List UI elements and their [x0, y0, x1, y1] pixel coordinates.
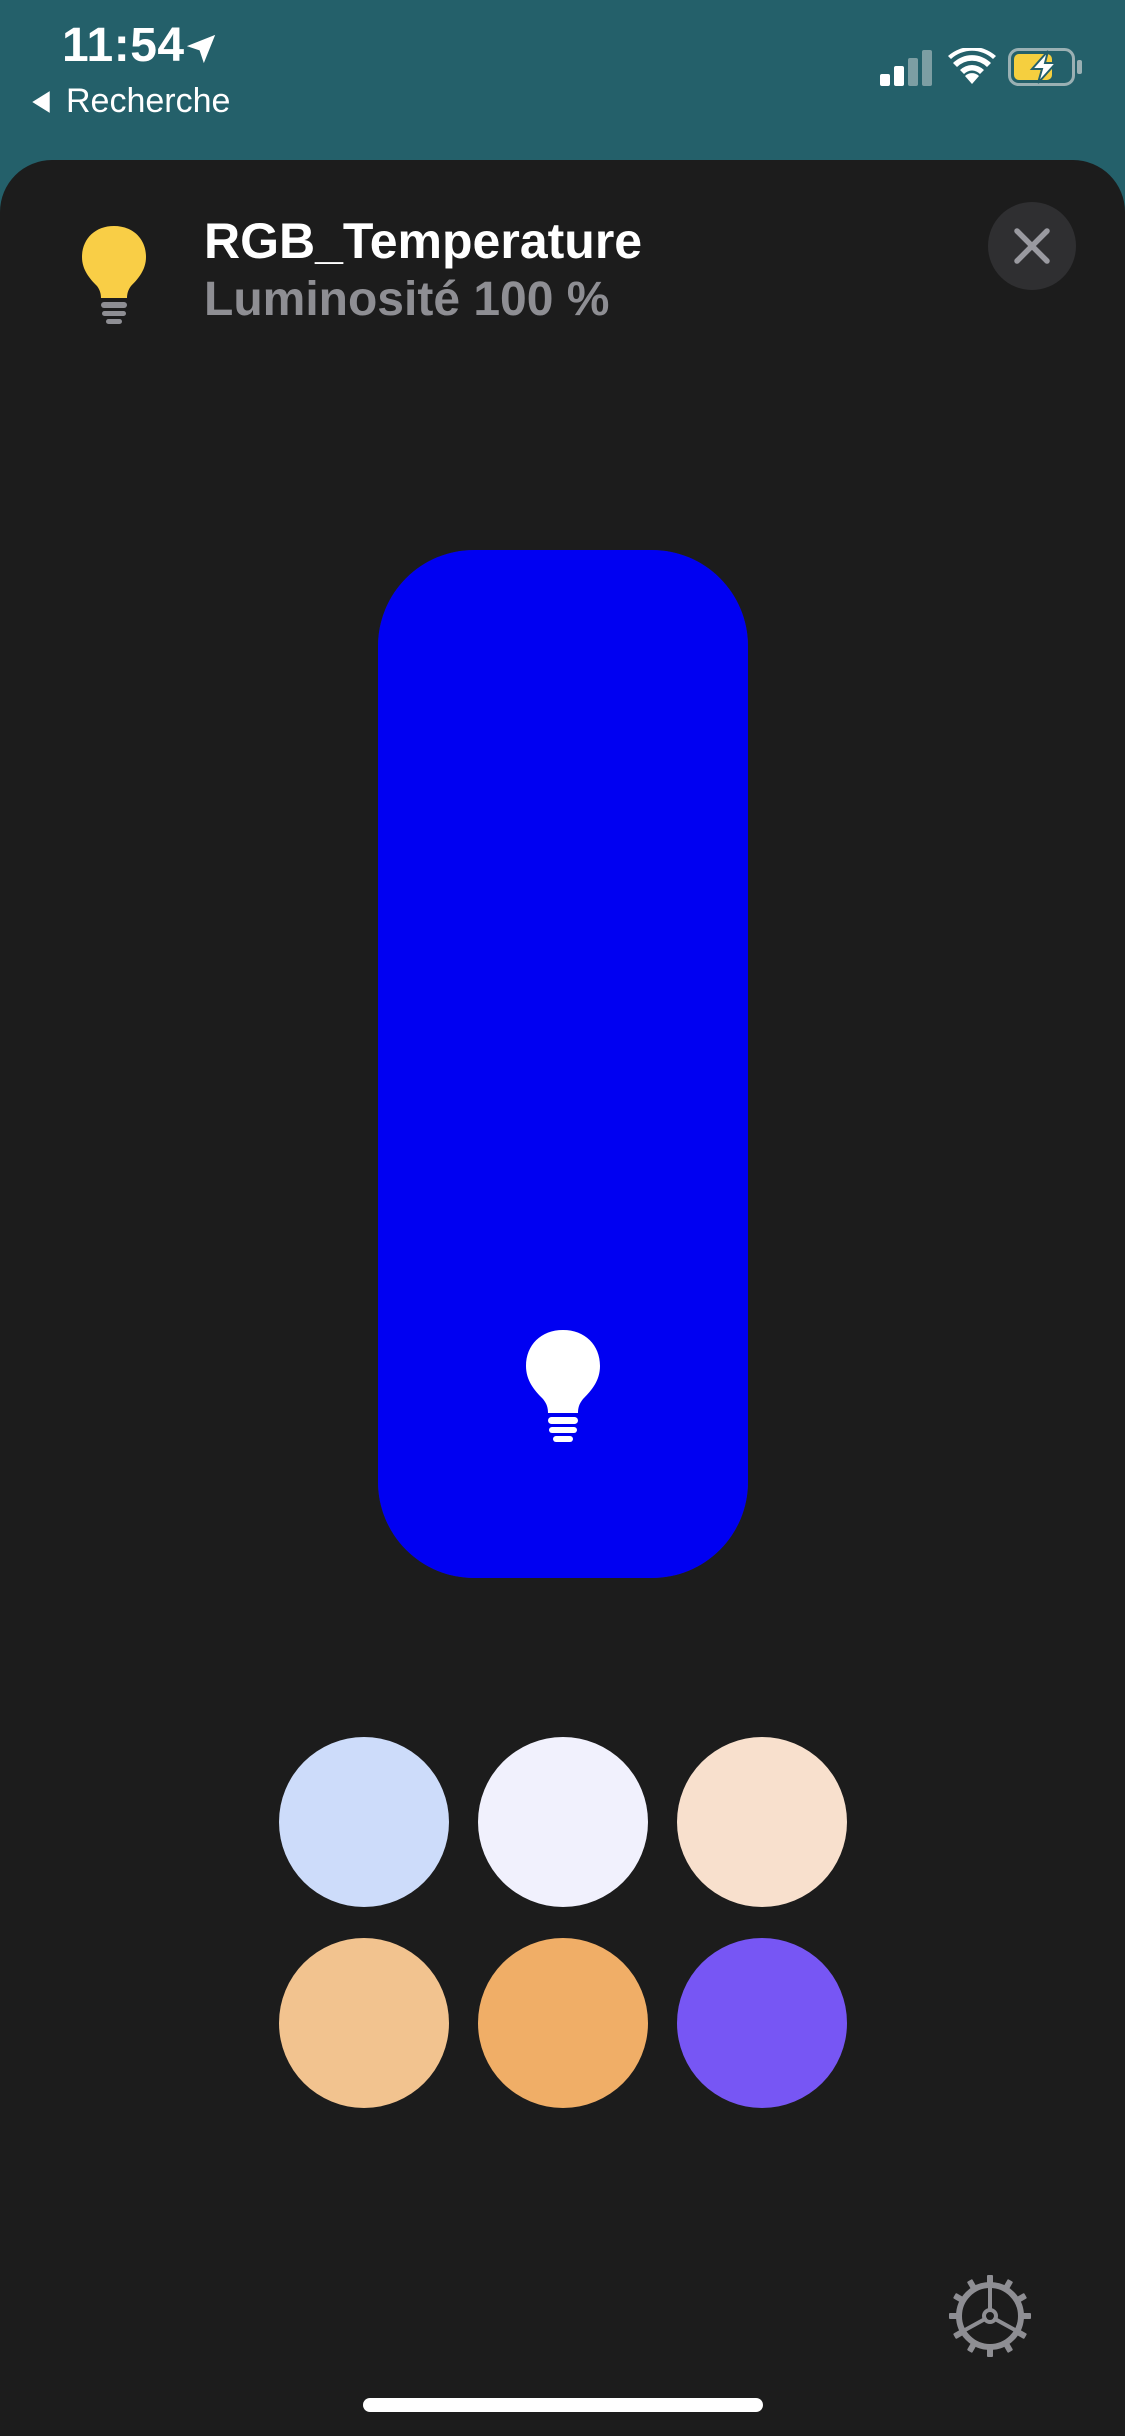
close-button[interactable] [988, 202, 1076, 290]
location-arrow-icon [186, 34, 216, 64]
color-preset-5[interactable] [478, 1938, 648, 2108]
color-presets [279, 1737, 847, 2108]
status-bar: 11:54 Recherche [0, 0, 1125, 160]
color-preset-6[interactable] [677, 1938, 847, 2108]
home-app-screen: 11:54 Recherche RGB_Temperature Luminosi… [0, 0, 1125, 2436]
accessory-name: RGB_Temperature [204, 213, 643, 269]
color-preset-2[interactable] [478, 1737, 648, 1907]
accessory-detail-sheet: RGB_Temperature Luminosité 100 % [0, 160, 1125, 2436]
back-label: Recherche [66, 82, 231, 120]
home-indicator[interactable] [363, 2398, 763, 2412]
lightbulb-icon [526, 1330, 600, 1442]
back-to-search-link[interactable]: Recherche [30, 82, 230, 121]
cellular-signal-icon [880, 50, 932, 86]
battery-charging-icon [1008, 48, 1082, 86]
color-preset-3[interactable] [677, 1737, 847, 1907]
wifi-icon [948, 48, 996, 84]
back-triangle-icon [32, 90, 50, 113]
brightness-status: Luminosité 100 % [204, 273, 610, 326]
color-preset-4[interactable] [279, 1938, 449, 2108]
gear-icon[interactable] [948, 2274, 1032, 2358]
brightness-slider[interactable] [378, 550, 748, 1578]
color-preset-1[interactable] [279, 1737, 449, 1907]
close-icon [1014, 228, 1050, 264]
status-time: 11:54 [62, 19, 185, 72]
lightbulb-icon [82, 226, 146, 324]
